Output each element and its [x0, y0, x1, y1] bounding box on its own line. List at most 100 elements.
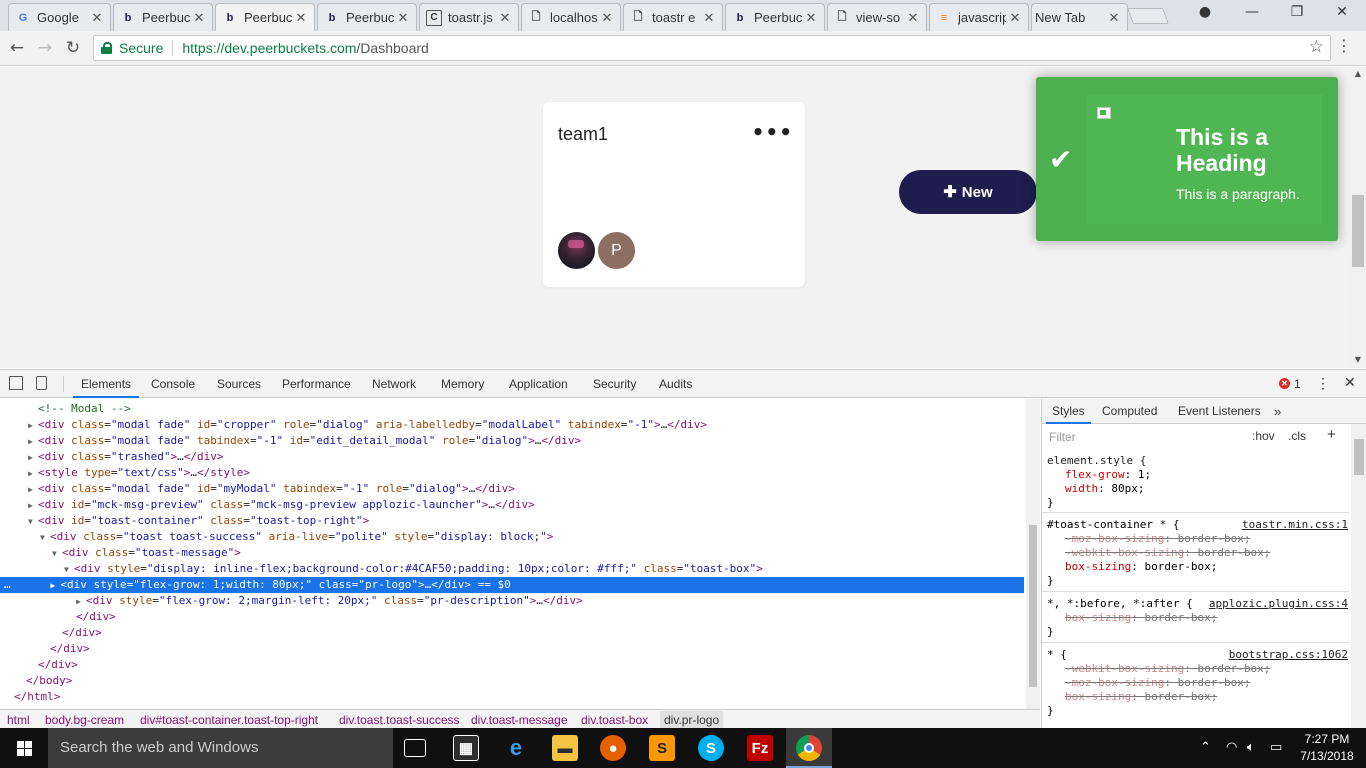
breadcrumb-item[interactable]: body.bg-cream	[45, 711, 124, 729]
scroll-up-icon[interactable]: ▲	[1350, 69, 1366, 78]
close-icon[interactable]: ✕	[804, 10, 818, 26]
dom-node-selected[interactable]: … ▶ <div style="flex-grow: 1;width: 80px;…	[0, 577, 1024, 593]
breadcrumb-item[interactable]: div.toast-box	[581, 711, 648, 729]
cls-toggle[interactable]: .cls	[1288, 429, 1306, 443]
back-arrow-icon[interactable]: ←	[6, 37, 28, 59]
bookmark-star-icon[interactable]: ☆	[1309, 37, 1324, 57]
close-icon[interactable]: ✕	[498, 10, 512, 26]
tab-styles[interactable]: Styles	[1046, 404, 1091, 424]
css-declaration[interactable]: box-sizing: border-box;	[1065, 560, 1217, 574]
breadcrumb-item[interactable]: div.toast.toast-success	[339, 711, 460, 729]
error-count[interactable]: 1	[1294, 377, 1301, 391]
keyboard-icon[interactable]: ▭	[1270, 740, 1282, 755]
dom-node[interactable]: ▶ <div style="flex-grow: 2;margin-left: 2…	[0, 593, 1024, 609]
close-icon[interactable]: ✕	[192, 10, 206, 26]
browser-tab[interactable]: 🗋 toastr e ✕	[623, 3, 723, 31]
browser-tab[interactable]: 🗋 localhos ✕	[521, 3, 621, 31]
stylesheet-link[interactable]: bootstrap.css:1062	[1229, 648, 1348, 661]
tab-security[interactable]: Security	[593, 377, 636, 391]
wifi-icon[interactable]: ◠	[1226, 740, 1237, 755]
dom-node[interactable]: </html>	[0, 689, 1024, 705]
devtools-menu-icon[interactable]: ⋮	[1316, 375, 1330, 392]
page-scrollbar[interactable]: ▲ ▼	[1350, 67, 1366, 368]
css-declaration-overridden[interactable]: box-sizing: border-box;	[1065, 690, 1217, 704]
tab-performance[interactable]: Performance	[282, 377, 351, 391]
browser-tab[interactable]: b Peerbuc ✕	[113, 3, 213, 31]
close-icon[interactable]: ✕	[1008, 10, 1022, 26]
chrome-icon[interactable]	[796, 735, 822, 761]
css-declaration-overridden[interactable]: -webkit-box-sizing: border-box;	[1065, 546, 1270, 560]
close-icon[interactable]: ✕	[90, 10, 104, 26]
css-declaration-overridden[interactable]: box-sizing: border-box;	[1065, 611, 1217, 625]
tab-network[interactable]: Network	[372, 377, 416, 391]
address-bar[interactable]: Secure https://dev.peerbuckets.com/Dashb…	[93, 35, 1331, 61]
device-toolbar-icon[interactable]	[36, 376, 47, 390]
css-rule-selector[interactable]: * {	[1047, 648, 1067, 662]
tab-event-listeners[interactable]: Event Listeners	[1178, 404, 1261, 418]
firefox-icon[interactable]: ●	[600, 735, 626, 761]
inspect-element-icon[interactable]	[9, 376, 23, 390]
browser-menu-icon[interactable]: ⋮	[1336, 36, 1352, 55]
team-card[interactable]: team1 ••• P	[543, 102, 805, 287]
tab-computed[interactable]: Computed	[1102, 404, 1157, 418]
css-rule-selector[interactable]: *, *:before, *:after {	[1047, 597, 1193, 611]
sublime-text-icon[interactable]: S	[649, 735, 675, 761]
browser-tab[interactable]: b Peerbuc ✕	[725, 3, 825, 31]
new-tab-button[interactable]	[1127, 8, 1169, 24]
taskbar-search-input[interactable]: Search the web and Windows	[48, 728, 393, 768]
dom-node[interactable]: ▶ <div id="mck-msg-preview" class="mck-ms…	[0, 497, 1024, 513]
filezilla-icon[interactable]: Fz	[747, 735, 773, 761]
dom-node[interactable]: ▶ <style type="text/css">…</style>	[0, 465, 1024, 481]
skype-icon[interactable]: S	[698, 735, 724, 761]
dom-node[interactable]: ▶ <div class="modal fade" id="cropper" ro…	[0, 417, 1024, 433]
styles-filter-input[interactable]: Filter	[1046, 428, 1244, 446]
css-declaration-overridden[interactable]: -webkit-box-sizing: border-box;	[1065, 662, 1270, 676]
tab-audits[interactable]: Audits	[659, 377, 692, 391]
close-icon[interactable]: ✕	[1107, 10, 1121, 26]
tab-elements[interactable]: Elements	[72, 377, 140, 398]
breadcrumb-item[interactable]: html	[7, 711, 30, 729]
browser-tab[interactable]: G Google ✕	[8, 3, 111, 31]
add-rule-icon[interactable]: +	[1327, 426, 1336, 443]
tab-memory[interactable]: Memory	[441, 377, 484, 391]
browser-tab[interactable]: ≡ javascrip ✕	[929, 3, 1029, 31]
tray-chevron-icon[interactable]: ⌃	[1200, 740, 1211, 755]
css-declaration[interactable]: width: 80px;	[1065, 482, 1144, 496]
tab-sources[interactable]: Sources	[217, 377, 261, 391]
dom-node[interactable]: </div>	[0, 625, 1024, 641]
more-tabs-icon[interactable]: »	[1274, 404, 1281, 419]
start-button[interactable]	[0, 728, 48, 768]
scroll-down-icon[interactable]: ▼	[1350, 355, 1366, 364]
dom-node[interactable]: ▼ <div class="toast-message">	[0, 545, 1024, 561]
close-icon[interactable]: ✕	[600, 10, 614, 26]
css-declaration-overridden[interactable]: -moz-box-sizing: border-box;	[1065, 676, 1250, 690]
breadcrumb-item-current[interactable]: div.pr-logo	[660, 711, 724, 729]
dom-node[interactable]: </div>	[0, 657, 1024, 673]
file-explorer-icon[interactable]: ▬	[552, 735, 578, 761]
browser-tab[interactable]: b Peerbuc ✕	[317, 3, 417, 31]
dom-node[interactable]: <!-- Modal -->	[0, 401, 1024, 417]
dom-node[interactable]: ▶ <div class="trashed">…</div>	[0, 449, 1024, 465]
minimize-icon[interactable]: —	[1237, 4, 1267, 20]
hov-toggle[interactable]: :hov	[1252, 429, 1275, 443]
css-rule-selector[interactable]: #toast-container * {	[1047, 518, 1179, 532]
close-icon[interactable]: ✕	[294, 10, 308, 26]
dom-node[interactable]: </div>	[0, 641, 1024, 657]
dom-node[interactable]: ▼ <div class="toast toast-success" aria-l…	[0, 529, 1024, 545]
browser-tab[interactable]: C toastr.js ✕	[419, 3, 519, 31]
volume-icon[interactable]: 🔈︎	[1247, 740, 1255, 755]
reload-icon[interactable]: ↻	[62, 37, 84, 59]
more-options-icon[interactable]: •••	[752, 120, 793, 144]
css-declaration-overridden[interactable]: -moz-box-sizing: border-box;	[1065, 532, 1250, 546]
devtools-close-icon[interactable]: ✕	[1344, 374, 1356, 391]
maximize-icon[interactable]: ❐	[1282, 4, 1312, 20]
scrollbar-thumb[interactable]	[1354, 439, 1364, 475]
store-icon[interactable]: ▦	[453, 735, 479, 761]
forward-arrow-icon[interactable]: →	[34, 37, 56, 59]
close-icon[interactable]: ✕	[906, 10, 920, 26]
stylesheet-link[interactable]: applozic.plugin.css:4	[1209, 597, 1348, 610]
tab-application[interactable]: Application	[509, 377, 568, 391]
scrollbar-thumb[interactable]	[1029, 525, 1037, 687]
edge-icon[interactable]: e	[503, 735, 529, 761]
dom-node[interactable]: </div>	[0, 609, 1024, 625]
